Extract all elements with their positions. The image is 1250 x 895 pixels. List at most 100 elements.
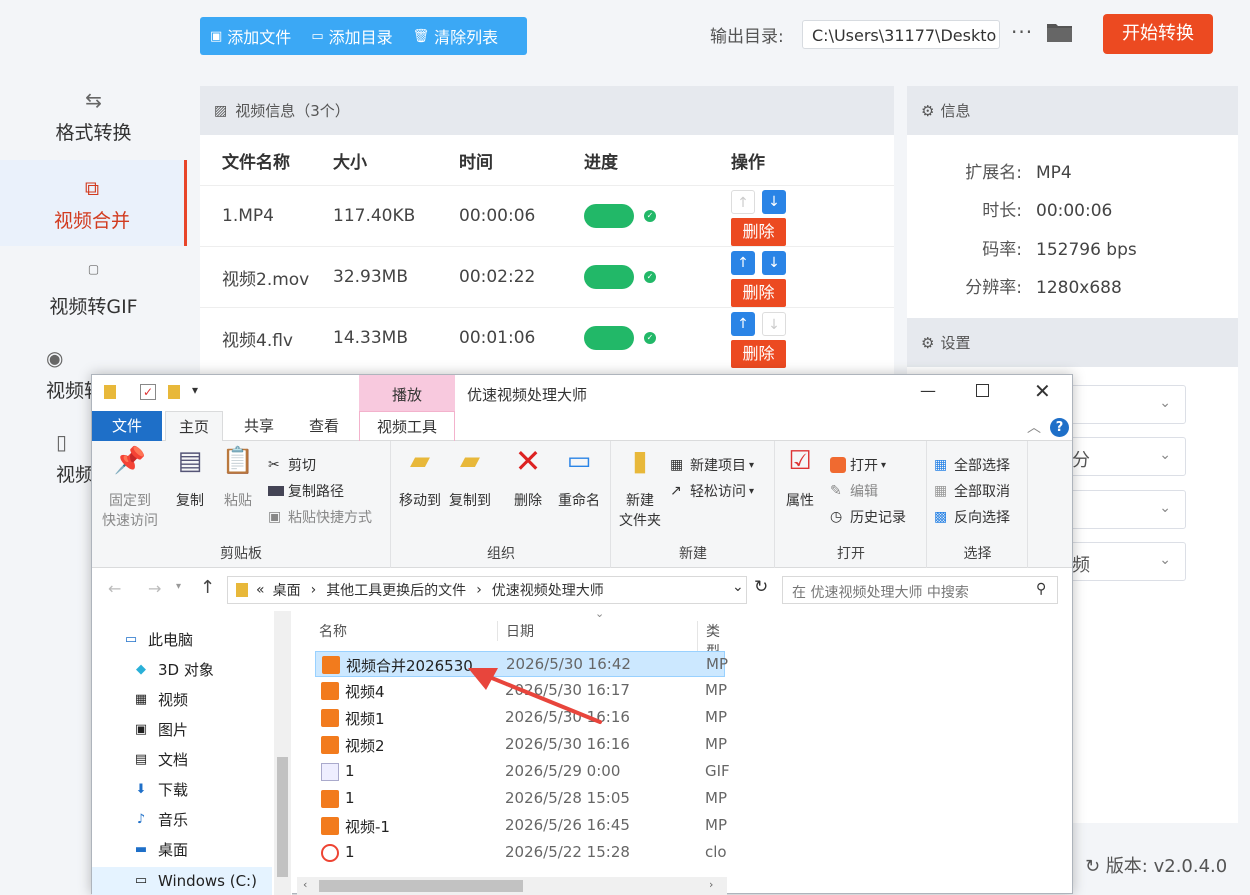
horizontal-scrollbar[interactable]: ‹ › — [297, 877, 727, 895]
rename-button[interactable]: ▭ 重命名 — [554, 448, 604, 511]
easy-access-button[interactable]: ↗ 轻松访问 ▾ — [670, 481, 754, 501]
delete-button[interactable]: 删除 — [731, 340, 786, 368]
tree-item-pictures[interactable]: ▣ 图片 — [132, 719, 188, 740]
add-file-button[interactable]: ▣ 添加文件 — [210, 24, 291, 48]
recent-dropdown-icon[interactable]: ▾ — [176, 581, 181, 592]
minimize-button[interactable]: — — [920, 381, 936, 400]
column-header-name[interactable]: 名称 — [319, 621, 347, 641]
close-button[interactable]: ✕ — [1034, 379, 1051, 403]
new-item-button[interactable]: ▦ 新建项目 ▾ — [670, 455, 754, 475]
open-folder-icon[interactable] — [1047, 22, 1072, 42]
tree-item-drive-c[interactable]: ▭ Windows (C:) — [92, 867, 272, 895]
select-none-button[interactable]: ▦ 全部取消 — [934, 481, 1010, 501]
paste-shortcut-button[interactable]: ▣ 粘贴快捷方式 — [268, 507, 372, 527]
sidebar-item-label: 格式转换 — [55, 122, 132, 144]
move-to-button[interactable]: ▰ 移动到 — [396, 448, 444, 511]
scroll-left-icon[interactable]: ‹ — [303, 878, 307, 891]
breadcrumb-item[interactable]: 优速视频处理大师 — [492, 580, 604, 600]
breadcrumb-item[interactable]: 桌面 — [273, 580, 301, 600]
delete-file-button[interactable]: ✕ 删除 — [508, 445, 548, 511]
table-row[interactable]: 视频4.flv 14.33MB 00:01:06 ✓ ↑ ↓ 删除 — [200, 307, 894, 368]
move-up-button[interactable]: ↑ — [731, 251, 755, 275]
tree-item-desktop[interactable]: ▬ 桌面 — [132, 839, 188, 860]
file-type: clo — [705, 843, 727, 861]
tab-video-tools[interactable]: 视频工具 — [359, 411, 455, 441]
move-down-button[interactable]: ↓ — [762, 190, 786, 214]
breadcrumb-overflow[interactable]: « — [256, 582, 265, 598]
tree-item-downloads[interactable]: ⬇ 下载 — [132, 779, 188, 800]
tab-file[interactable]: 文件 — [92, 411, 162, 441]
scrollbar-thumb[interactable] — [319, 880, 523, 892]
sidebar-item-gif[interactable]: ▢ 视频转GIF — [0, 262, 187, 332]
select-all-button[interactable]: ▦ 全部选择 — [934, 455, 1010, 475]
scroll-right-icon[interactable]: › — [709, 878, 713, 891]
scrollbar-thumb[interactable] — [277, 757, 288, 877]
tab-view[interactable]: 查看 — [295, 411, 353, 441]
add-dir-button[interactable]: ▭ 添加目录 — [311, 24, 392, 48]
move-up-button[interactable]: ↑ — [731, 312, 755, 336]
invert-selection-button[interactable]: ▩ 反向选择 — [934, 507, 1010, 527]
gear-icon: ⚙ — [921, 101, 935, 120]
column-header-date[interactable]: 日期 — [497, 621, 534, 641]
copy-path-button[interactable]: 复制路径 — [268, 481, 344, 501]
search-icon[interactable]: ⚲ — [1036, 581, 1046, 597]
collapse-ribbon-icon[interactable]: ︿ — [1027, 417, 1041, 437]
copy-to-button[interactable]: ▰ 复制到 — [446, 448, 494, 511]
properties-button[interactable]: ☑ 属性 — [782, 448, 818, 511]
address-dropdown-icon[interactable]: ⌄ — [732, 579, 744, 595]
pin-quick-access-button[interactable]: 📌 固定到 快速访问 — [98, 448, 162, 531]
tree-item-video[interactable]: ▦ 视频 — [132, 689, 188, 710]
edit-button[interactable]: ✎ 编辑 — [830, 481, 878, 501]
breadcrumb-item[interactable]: 其他工具更换后的文件 — [326, 580, 466, 600]
start-convert-button[interactable]: 开始转换 — [1103, 14, 1213, 54]
search-input[interactable]: 在 优速视频处理大师 中搜索 — [782, 576, 1058, 604]
output-dir-field[interactable]: C:\Users\31177\Deskto — [802, 20, 1000, 49]
open-button[interactable]: 打开 ▾ — [830, 455, 886, 475]
maximize-button[interactable] — [976, 384, 989, 397]
refresh-icon[interactable]: ↻ — [1085, 856, 1106, 877]
delete-button[interactable]: 删除 — [731, 218, 786, 246]
sidebar-item-merge[interactable]: ⧉ 视频合并 — [0, 160, 187, 246]
move-down-button[interactable]: ↓ — [762, 251, 786, 275]
history-button[interactable]: ◷ 历史记录 — [830, 507, 906, 527]
move-up-button[interactable]: ↑ — [731, 190, 755, 214]
sidebar-item-format[interactable]: ⇆ 格式转换 — [0, 88, 187, 158]
refresh-icon[interactable]: ↻ — [754, 577, 768, 597]
document-icon: ▤ — [134, 751, 148, 767]
copy-button[interactable]: ▤ 复制 — [170, 448, 210, 511]
breadcrumb[interactable]: « 桌面 › 其他工具更换后的文件 › 优速视频处理大师 — [227, 576, 747, 604]
tab-share[interactable]: 共享 — [230, 411, 288, 441]
delete-button[interactable]: 删除 — [731, 279, 786, 307]
file-row[interactable]: 1 2026/5/28 15:05 MP — [315, 786, 727, 812]
new-folder-button[interactable]: ▮ 新建 文件夹 — [618, 447, 662, 531]
file-type: MP — [705, 708, 727, 726]
tab-home[interactable]: 主页 — [165, 411, 223, 442]
help-icon[interactable]: ? — [1050, 418, 1069, 437]
tree-scrollbar[interactable] — [274, 611, 291, 895]
file-row[interactable]: 视频2 2026/5/30 16:16 MP — [315, 732, 727, 758]
move-down-button[interactable]: ↓ — [762, 312, 786, 336]
info-key: 码率: — [982, 240, 1022, 260]
properties-icon[interactable]: ✓ — [140, 384, 156, 400]
table-row[interactable]: 1.MP4 117.40KB 00:00:06 ✓ ↑ ↓ 删除 — [200, 185, 894, 246]
cut-button[interactable]: ✂ 剪切 — [268, 455, 316, 475]
quick-access-dropdown-icon[interactable]: ▾ — [192, 383, 198, 397]
tree-item-3d[interactable]: ◆ 3D 对象 — [132, 659, 214, 680]
file-row[interactable]: 1 2026/5/22 15:28 clo — [315, 840, 727, 866]
paste-button[interactable]: 📋 粘贴 — [218, 448, 258, 511]
new-folder-icon[interactable] — [168, 385, 180, 399]
gif-file-icon — [321, 763, 339, 781]
forward-arrow-icon[interactable]: → — [148, 579, 161, 598]
clear-list-button[interactable]: 🗑 清除列表 — [413, 24, 499, 48]
tree-item-music[interactable]: ♪ 音乐 — [132, 809, 188, 830]
tree-item-documents[interactable]: ▤ 文档 — [132, 749, 188, 770]
back-arrow-icon[interactable]: ← — [108, 579, 121, 598]
file-row[interactable]: 视频-1 2026/5/26 16:45 MP — [315, 813, 727, 839]
table-row[interactable]: 视频2.mov 32.93MB 00:02:22 ✓ ↑ ↓ 删除 — [200, 246, 894, 307]
context-tab-play[interactable]: 播放 — [359, 375, 455, 411]
new-item-icon: ▦ — [670, 457, 684, 473]
file-row[interactable]: 1 2026/5/29 0:00 GIF — [315, 759, 730, 785]
more-button[interactable]: ··· — [1011, 20, 1033, 44]
tree-item-this-pc[interactable]: ▭ 此电脑 — [122, 629, 193, 650]
up-arrow-icon[interactable]: ↑ — [200, 577, 215, 598]
